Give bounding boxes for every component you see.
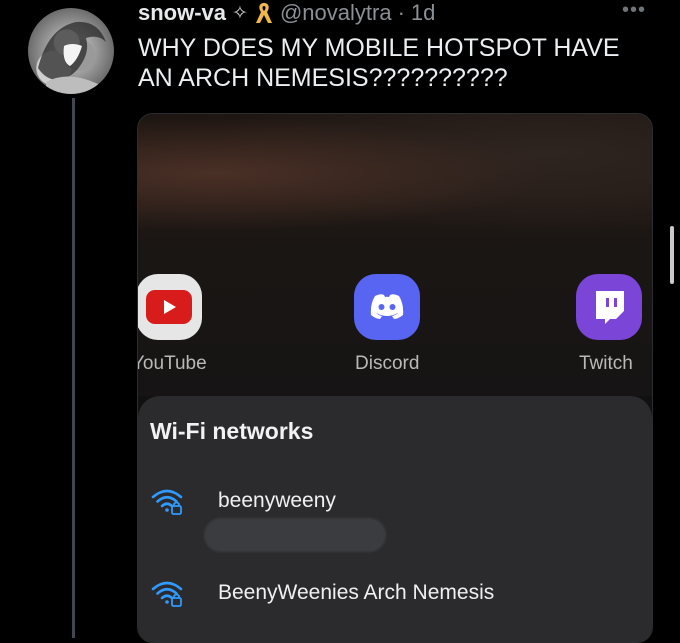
avatar-illustration <box>38 21 106 94</box>
wifi-network-item[interactable]: beenyweeny <box>150 486 336 516</box>
tweet-header: snow-va ✧ @novalytra · 1d <box>138 0 435 26</box>
author-name[interactable]: snow-va <box>138 0 226 26</box>
separator-dot: · <box>397 0 405 25</box>
app-label-twitch: Twitch <box>579 353 633 374</box>
avatar[interactable] <box>28 8 114 94</box>
youtube-icon <box>138 274 202 340</box>
app-label-discord: Discord <box>355 353 420 374</box>
sparkle-icon: ✧ <box>232 2 248 24</box>
tweet-text: WHY DOES MY MOBILE HOTSPOT HAVE AN ARCH … <box>138 34 620 92</box>
scrollbar[interactable] <box>670 226 674 284</box>
awareness-ribbon-icon <box>255 3 272 23</box>
wifi-network-name: BeenyWeenies Arch Nemesis <box>218 581 495 604</box>
author-handle[interactable]: @novalytra <box>280 0 392 26</box>
timestamp[interactable]: 1d <box>411 0 435 26</box>
screenshot-background <box>138 114 652 246</box>
blurred-redaction <box>204 518 386 552</box>
wifi-network-name: beenyweeny <box>218 489 336 512</box>
wifi-panel-title: Wi-Fi networks <box>150 418 314 444</box>
discord-icon <box>354 274 420 340</box>
wifi-network-item[interactable]: BeenyWeenies Arch Nemesis <box>150 578 494 608</box>
wifi-networks-panel: Wi-Fi networks beenyweeny BeenyWeenies A… <box>138 396 652 642</box>
wifi-lock-icon <box>151 489 183 515</box>
twitch-icon <box>576 274 642 340</box>
tweet-media-image[interactable]: YouTube Discord Twitch Wi-Fi networks be… <box>137 113 653 643</box>
wifi-lock-icon <box>151 581 183 607</box>
app-label-youtube: YouTube <box>137 353 207 374</box>
more-horizontal-icon[interactable]: ••• <box>622 0 646 20</box>
thread-line <box>72 98 75 638</box>
